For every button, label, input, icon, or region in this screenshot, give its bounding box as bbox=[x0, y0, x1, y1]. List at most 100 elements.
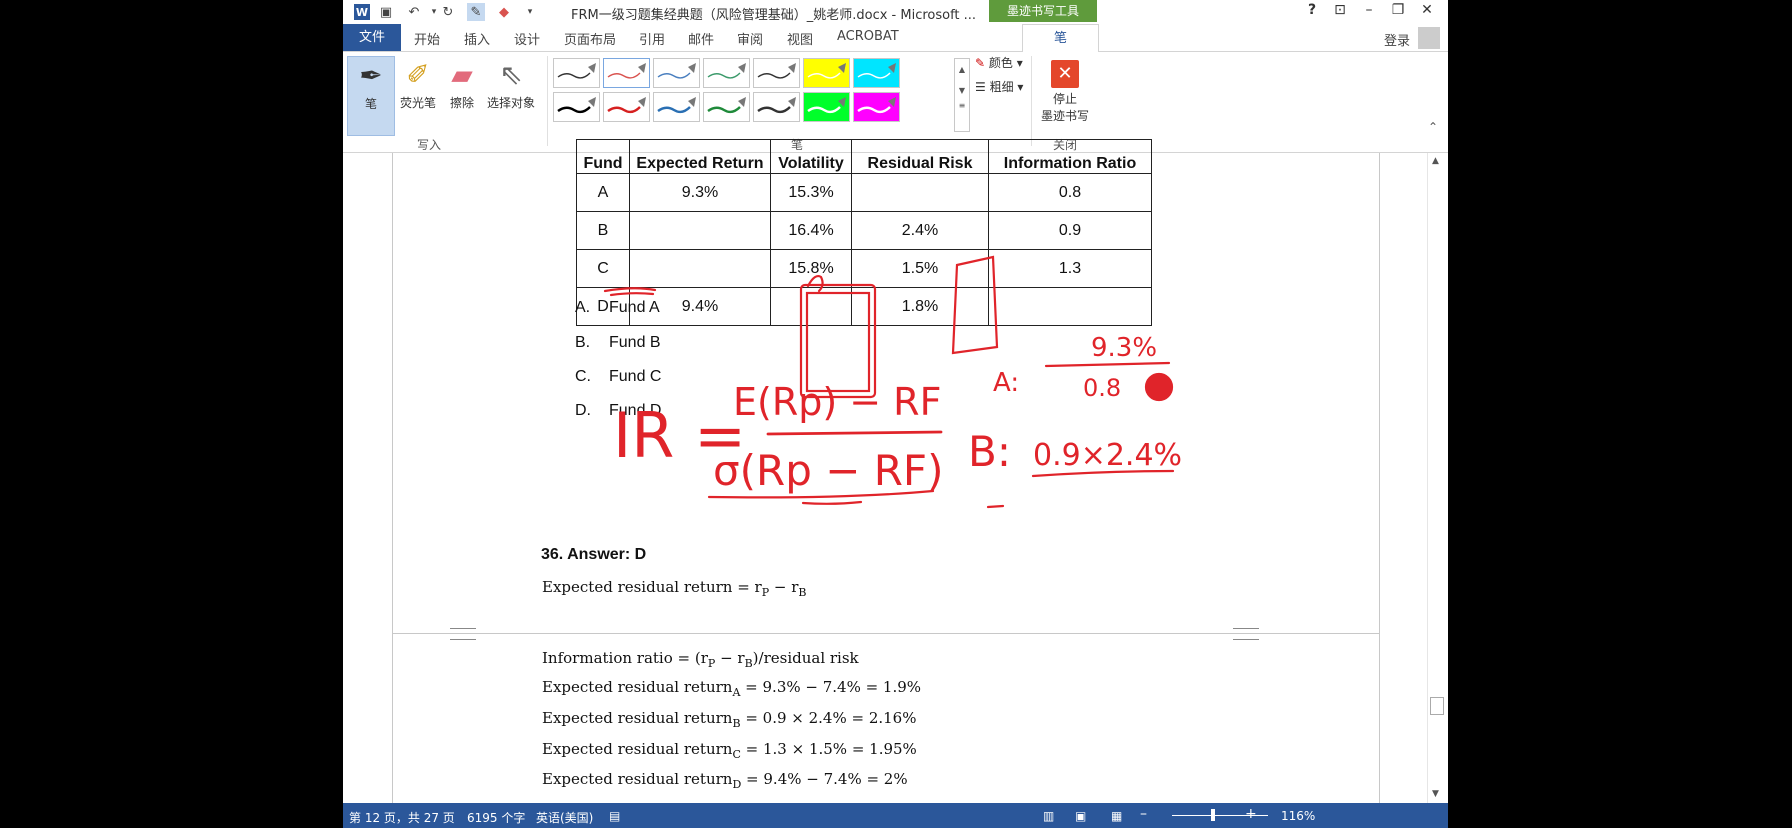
pen-style-swatch[interactable] bbox=[803, 92, 850, 122]
pen-style-swatch[interactable] bbox=[653, 58, 700, 88]
zoom-out-icon[interactable]: – bbox=[1140, 806, 1147, 822]
ink-b-label: B: bbox=[968, 427, 1011, 476]
pen-style-swatch[interactable] bbox=[853, 92, 900, 122]
print-layout-icon[interactable]: ▣ bbox=[1075, 809, 1086, 823]
stop-x-icon: ✕ bbox=[1051, 60, 1079, 88]
ink-tools-context-label: 墨迹书写工具 bbox=[989, 0, 1097, 22]
ink-fraction-bar-a bbox=[1044, 361, 1171, 368]
tab-acrobat[interactable]: ACROBAT bbox=[837, 29, 899, 44]
gallery-more-icon[interactable]: ≡ bbox=[955, 101, 969, 110]
tab-mailings[interactable]: 邮件 bbox=[688, 29, 714, 48]
zoom-slider-thumb[interactable] bbox=[1211, 809, 1215, 821]
pen-style-swatch[interactable] bbox=[703, 92, 750, 122]
tab-review[interactable]: 审阅 bbox=[737, 29, 763, 48]
highlighter-icon: ✐ bbox=[406, 58, 430, 91]
zoom-in-icon[interactable]: + bbox=[1245, 806, 1257, 822]
page-count[interactable]: 第 12 页，共 27 页 bbox=[349, 809, 455, 826]
help-button[interactable]: ? bbox=[1300, 2, 1324, 18]
proofing-icon[interactable]: ▤ bbox=[609, 809, 620, 823]
thickness-icon: ☰ bbox=[975, 80, 986, 94]
eraser-button[interactable]: ▰ 擦除 bbox=[443, 56, 481, 134]
pen-style-swatch[interactable] bbox=[553, 58, 600, 88]
ink-circle bbox=[806, 274, 824, 293]
document-area[interactable]: Fund Expected Return Volatility Residual… bbox=[343, 139, 1448, 803]
ink-scribble bbox=[1144, 372, 1174, 402]
write-group-label: 写入 bbox=[417, 138, 442, 152]
highlighter-label: 荧光笔 bbox=[399, 96, 436, 110]
gallery-down-icon[interactable]: ▼ bbox=[955, 86, 969, 95]
tab-view[interactable]: 视图 bbox=[787, 29, 813, 48]
scroll-down-icon[interactable]: ▼ bbox=[1432, 789, 1439, 799]
pen-button[interactable]: ✒ 笔 bbox=[347, 56, 395, 136]
ink-denominator: σ(Rp − RF) bbox=[713, 446, 943, 495]
pen-icon: ✒ bbox=[359, 59, 383, 92]
ribbon-tabs: 文件 开始 插入 设计 页面布局 引用 邮件 审阅 视图 ACROBAT 笔 登… bbox=[343, 24, 1448, 53]
pen-style-swatch[interactable] bbox=[853, 58, 900, 88]
collapse-ribbon-icon[interactable]: ⌃ bbox=[1428, 120, 1438, 134]
tab-insert[interactable]: 插入 bbox=[464, 29, 490, 48]
word-logo-icon[interactable]: W bbox=[354, 4, 370, 20]
ink-numerator: E(Rp) − RF bbox=[733, 380, 941, 424]
stop-label-1: 停止 bbox=[1052, 92, 1077, 106]
pen-style-swatch[interactable] bbox=[753, 58, 800, 88]
scroll-up-icon[interactable]: ▲ bbox=[1432, 156, 1439, 166]
pen-style-swatch[interactable] bbox=[753, 92, 800, 122]
read-mode-icon[interactable]: ▥ bbox=[1043, 809, 1054, 823]
gallery-up-icon[interactable]: ▲ bbox=[955, 65, 969, 74]
save-icon[interactable]: ▣ bbox=[377, 3, 395, 21]
eraser-quick-icon[interactable]: ◆ bbox=[495, 3, 513, 21]
select-objects-button[interactable]: ⇖ 选择对象 bbox=[483, 56, 539, 134]
ink-dash bbox=[986, 504, 1005, 509]
ink-box-ir bbox=[951, 255, 999, 355]
highlighter-button[interactable]: ✐ 荧光笔 bbox=[395, 56, 441, 134]
minimize-icon[interactable]: – bbox=[1357, 2, 1381, 18]
pen-style-swatch[interactable] bbox=[603, 92, 650, 122]
cursor-arrow-icon: ⇖ bbox=[499, 58, 523, 91]
pen-style-swatch[interactable] bbox=[553, 92, 600, 122]
word-count[interactable]: 6195 个字 bbox=[467, 809, 525, 826]
customize-toolbar-icon[interactable]: ▾ bbox=[521, 3, 539, 21]
pen-button-label: 笔 bbox=[364, 97, 377, 111]
ink-underline bbox=[609, 292, 655, 297]
close-icon[interactable]: ✕ bbox=[1415, 2, 1439, 18]
tab-home[interactable]: 开始 bbox=[414, 29, 440, 48]
avatar[interactable] bbox=[1418, 27, 1440, 49]
eraser-icon: ▰ bbox=[451, 58, 473, 91]
ink-box-residual bbox=[805, 291, 871, 393]
restore-icon[interactable]: ❐ bbox=[1386, 2, 1410, 18]
scroll-thumb[interactable] bbox=[1430, 697, 1444, 715]
tab-file[interactable]: 文件 bbox=[343, 24, 401, 51]
ribbon-pen-tools: ✒ 笔 ✐ 荧光笔 ▰ 擦除 ⇖ 选择对象 写入 ▲ ▼ ≡ ✎ 颜色 ▾ ☰ bbox=[343, 52, 1448, 153]
group-divider bbox=[547, 56, 548, 146]
pen-style-swatch[interactable] bbox=[653, 92, 700, 122]
zoom-level[interactable]: 116% bbox=[1281, 809, 1315, 823]
tab-design[interactable]: 设计 bbox=[514, 29, 540, 48]
gallery-scroll[interactable]: ▲ ▼ ≡ bbox=[954, 58, 970, 132]
vertical-scrollbar[interactable]: ▲ ▼ bbox=[1427, 153, 1446, 803]
undo-icon[interactable]: ↶ bbox=[405, 3, 423, 21]
login-link[interactable]: 登录 bbox=[1384, 30, 1410, 49]
tab-layout[interactable]: 页面布局 bbox=[564, 29, 616, 48]
ink-a-numerator: 9.3% bbox=[1091, 333, 1157, 363]
ribbon-display-icon[interactable]: ⊡ bbox=[1328, 2, 1352, 18]
color-button[interactable]: ✎ 颜色 ▾ bbox=[975, 54, 1023, 71]
ink-underline bbox=[801, 500, 863, 505]
word-window: W ▣ ↶ ▾ ↻ ✎ ◆ ▾ FRM一级习题集经典题（风险管理基础）_姚老师.… bbox=[343, 0, 1448, 828]
language-status[interactable]: 英语(美国) bbox=[536, 809, 593, 826]
tab-pen[interactable]: 笔 bbox=[1022, 24, 1099, 53]
thickness-label: 粗细 bbox=[989, 80, 1014, 94]
thickness-button[interactable]: ☰ 粗细 ▾ bbox=[975, 78, 1023, 95]
ink-a-label: A: bbox=[993, 368, 1019, 398]
redo-icon[interactable]: ↻ bbox=[439, 3, 457, 21]
stop-inking-button[interactable]: ✕ 停止 墨迹书写 bbox=[1035, 56, 1095, 136]
pen-gallery bbox=[553, 58, 957, 130]
pen-quick-icon[interactable]: ✎ bbox=[467, 3, 485, 21]
pen-style-swatch[interactable] bbox=[803, 58, 850, 88]
pen-style-swatch[interactable] bbox=[603, 58, 650, 88]
pen-style-swatch[interactable] bbox=[703, 58, 750, 88]
stop-label-2: 墨迹书写 bbox=[1040, 109, 1089, 123]
ink-underline bbox=[603, 287, 657, 293]
web-layout-icon[interactable]: ▦ bbox=[1111, 809, 1122, 823]
tab-references[interactable]: 引用 bbox=[639, 29, 665, 48]
ink-annotations: IR = E(Rp) − RF σ(Rp − RF) A: 9.3% 0.8 B… bbox=[603, 255, 1182, 509]
